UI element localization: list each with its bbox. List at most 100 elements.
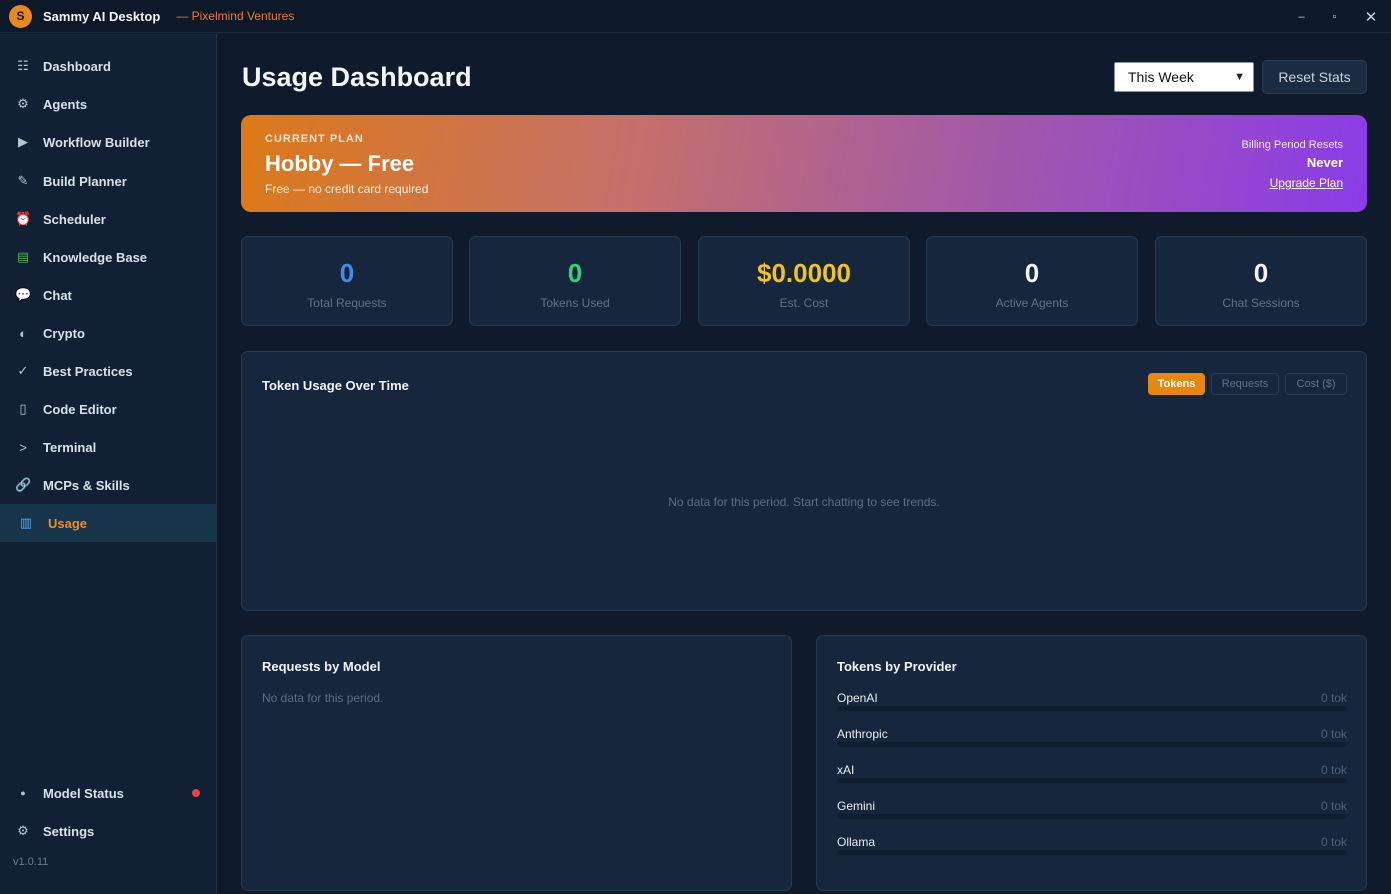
panel-title: Tokens by Provider [837, 659, 957, 674]
sidebar-item-build-planner[interactable]: ✎ Build Planner [0, 162, 216, 200]
sidebar-item-workflow-builder[interactable]: ▶ Workflow Builder [0, 123, 216, 161]
upgrade-plan-link[interactable]: Upgrade Plan [1270, 176, 1343, 190]
provider-row: Anthropic 0 tok [837, 727, 1347, 757]
stat-value: 0 [1253, 258, 1269, 288]
provider-row: xAI 0 tok [837, 763, 1347, 793]
coin-icon: ◐ [19, 325, 27, 341]
stat-value: 0 [1024, 258, 1040, 288]
provider-name: Anthropic [837, 727, 888, 741]
checkmark-icon: ✓ [17, 363, 29, 378]
provider-value: 0 tok [1320, 763, 1347, 777]
document-icon: ▯ [19, 401, 27, 416]
sidebar-item-label: Workflow Builder [43, 134, 150, 150]
token-usage-panel: Token Usage Over Time Tokens Requests Co… [241, 351, 1367, 611]
provider-value: 0 tok [1320, 691, 1347, 705]
period-select[interactable]: This Week ▼ [1114, 62, 1254, 92]
gear-icon: ⚙ [17, 96, 29, 111]
sidebar-item-terminal[interactable]: > Terminal [0, 428, 216, 466]
app-title: Sammy AI Desktop [43, 8, 161, 24]
tab-tokens[interactable]: Tokens [1148, 373, 1205, 395]
provider-name: Ollama [837, 835, 876, 849]
sidebar-item-model-status[interactable]: ● Model Status [0, 774, 216, 812]
sidebar-item-usage[interactable]: ▥ Usage [0, 504, 216, 542]
sidebar-item-code-editor[interactable]: ▯ Code Editor [0, 390, 216, 428]
link-icon: 🔗 [15, 477, 32, 492]
sidebar-item-agents[interactable]: ⚙ Agents [0, 85, 216, 123]
org-name: — Pixelmind Ventures [176, 9, 295, 23]
sidebar-item-dashboard[interactable]: ☷ Dashboard [0, 47, 216, 85]
sidebar: ☷ Dashboard ⚙ Agents ▶ Workflow Builder … [0, 34, 217, 894]
billing-period-label: Billing Period Resets [1241, 139, 1344, 151]
tokens-by-provider-panel: Tokens by Provider OpenAI 0 tok Anthropi… [816, 635, 1367, 891]
gear-icon: ⚙ [17, 823, 29, 838]
sidebar-item-scheduler[interactable]: ⏰ Scheduler [0, 200, 216, 238]
empty-message: No data for this period. [262, 691, 384, 705]
plan-kicker: CURRENT PLAN [265, 133, 364, 145]
minimize-button[interactable]: – [1285, 0, 1318, 33]
close-button[interactable]: ✕ [1351, 0, 1391, 33]
sidebar-item-label: Crypto [43, 325, 85, 341]
sidebar-item-label: Best Practices [43, 363, 133, 379]
tab-requests[interactable]: Requests [1211, 373, 1279, 395]
panel-title: Requests by Model [262, 659, 381, 674]
app-version: v1.0.11 [13, 856, 49, 868]
stat-label: Tokens Used [540, 296, 610, 310]
tab-cost[interactable]: Cost ($) [1285, 373, 1347, 395]
stat-card-est-cost: $0.0000 Est. Cost [698, 236, 910, 326]
provider-bar [837, 706, 1347, 711]
reset-stats-button[interactable]: Reset Stats [1262, 60, 1367, 94]
sidebar-item-best-practices[interactable]: ✓ Best Practices [0, 352, 216, 390]
dot-icon: ● [20, 788, 26, 798]
provider-name: OpenAI [837, 691, 878, 705]
sidebar-item-chat[interactable]: 💬 Chat [0, 276, 216, 314]
stat-card-total-requests: 0 Total Requests [241, 236, 453, 326]
sidebar-item-label: Build Planner [43, 173, 127, 189]
play-icon: ▶ [18, 134, 28, 149]
empty-message: No data for this period. Start chatting … [668, 495, 940, 509]
chevron-down-icon: ▼ [1234, 71, 1245, 83]
stat-value: 0 [339, 258, 355, 288]
page-title: Usage Dashboard [242, 62, 472, 92]
sidebar-item-label: Code Editor [43, 401, 117, 417]
sidebar-item-label: Dashboard [43, 58, 111, 74]
sidebar-item-mcps-skills[interactable]: 🔗 MCPs & Skills [0, 466, 216, 504]
sidebar-item-label: Knowledge Base [43, 249, 148, 265]
provider-name: xAI [837, 763, 855, 777]
plan-banner: CURRENT PLAN Hobby — Free Free — no cred… [241, 115, 1367, 212]
title-bar: S Sammy AI Desktop — Pixelmind Ventures … [0, 0, 1391, 33]
sidebar-item-label: Scheduler [43, 211, 106, 227]
period-select-value: This Week [1128, 69, 1194, 85]
grid-icon: ☷ [17, 58, 29, 73]
bar-chart-icon: ▥ [19, 515, 33, 530]
stat-value: $0.0000 [757, 258, 851, 288]
stat-card-active-agents: 0 Active Agents [926, 236, 1138, 326]
provider-bar [837, 850, 1347, 855]
stat-card-chat-sessions: 0 Chat Sessions [1155, 236, 1367, 326]
sidebar-item-label: Usage [48, 515, 88, 531]
plan-note: Free — no credit card required [265, 182, 429, 196]
stat-label: Total Requests [307, 296, 387, 310]
sidebar-item-settings[interactable]: ⚙ Settings [0, 812, 216, 850]
sidebar-item-label: Model Status [43, 785, 124, 801]
provider-value: 0 tok [1320, 799, 1347, 813]
sidebar-item-crypto[interactable]: ◐ Crypto [0, 314, 216, 352]
sidebar-item-label: Agents [43, 96, 88, 112]
pencil-icon: ✎ [17, 173, 29, 188]
stat-value: 0 [567, 258, 583, 288]
panel-title: Token Usage Over Time [262, 378, 409, 393]
provider-row: Ollama 0 tok [837, 835, 1347, 865]
sidebar-item-label: Terminal [43, 439, 97, 455]
sidebar-item-label: Settings [43, 823, 95, 839]
stat-card-tokens-used: 0 Tokens Used [469, 236, 681, 326]
provider-name: Gemini [837, 799, 876, 813]
sidebar-item-knowledge-base[interactable]: ▤ Knowledge Base [0, 238, 216, 276]
plan-name: Hobby — Free [265, 151, 415, 176]
speech-bubble-icon: 💬 [15, 287, 32, 302]
stat-label: Active Agents [995, 296, 1069, 310]
sidebar-item-label: Chat [43, 287, 72, 303]
terminal-icon: > [19, 439, 27, 455]
stat-label: Est. Cost [779, 296, 829, 310]
app-logo: S [9, 4, 32, 28]
sidebar-item-label: MCPs & Skills [43, 477, 130, 493]
maximize-button[interactable]: ▫ [1318, 0, 1351, 33]
